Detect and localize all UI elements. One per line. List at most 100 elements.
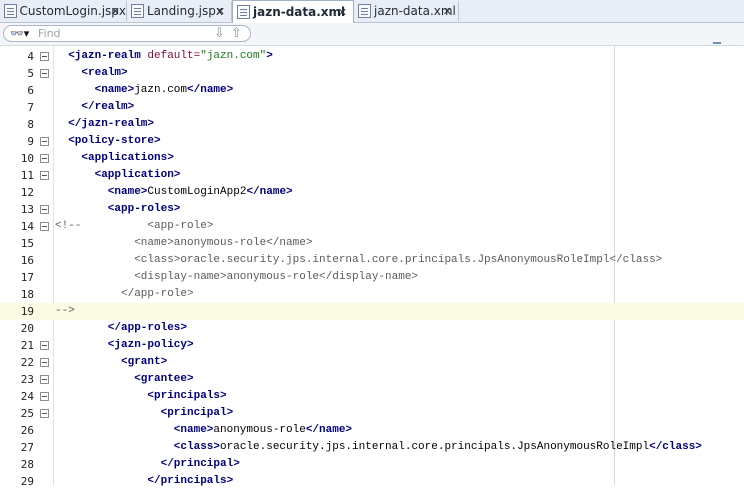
code-line[interactable]: 5 <realm> (0, 65, 744, 82)
line-number: 28 (20, 458, 34, 471)
fold-toggle-icon[interactable] (40, 171, 49, 180)
fold-toggle-icon[interactable] (40, 154, 49, 163)
fold-toggle-icon[interactable] (40, 222, 49, 231)
code-token-tag: <application> (94, 169, 181, 181)
code-line[interactable]: 11 <application> (0, 167, 744, 184)
binoculars-icon[interactable]: 👓▾ (10, 27, 29, 40)
code-text: <policy-store> (68, 133, 160, 150)
code-token-tag: </principals> (147, 475, 234, 487)
fold-toggle-icon[interactable] (40, 69, 49, 78)
scroll-marker (713, 42, 721, 44)
line-number: 13 (20, 203, 34, 216)
code-token-tag: <name> (173, 424, 214, 436)
code-line[interactable]: 18 </app-role> (0, 286, 744, 303)
fold-toggle-icon[interactable] (40, 375, 49, 384)
code-text: </principal> (161, 456, 240, 473)
tab-jazn-data-xml-active[interactable]: jazn-data.xml ✕ (232, 0, 354, 23)
code-line[interactable]: 22 <grant> (0, 354, 744, 371)
code-text: <principal> (161, 405, 234, 422)
code-line[interactable]: 29 </principals> (0, 473, 744, 490)
code-line[interactable]: 7 </realm> (0, 99, 744, 116)
tab-landing-jspx[interactable]: Landing.jspx ✕ (127, 1, 232, 21)
code-text: </app-role> (121, 286, 194, 303)
code-line[interactable]: 26 <name>anonymous-role</name> (0, 422, 744, 439)
line-number: 17 (20, 271, 34, 284)
code-line[interactable]: 16 <class>oracle.security.jps.internal.co… (0, 252, 744, 269)
tab-jazn-data-xml[interactable]: jazn-data.xml ✕ (354, 1, 459, 21)
line-number: 5 (27, 67, 34, 80)
code-token-tag: </name> (187, 84, 234, 96)
close-icon[interactable]: ✕ (338, 6, 347, 19)
code-line[interactable]: 8 </jazn-realm> (0, 116, 744, 133)
code-text: <!-- <app-role> (55, 218, 213, 235)
code-line[interactable]: 21 <jazn-policy> (0, 337, 744, 354)
code-token-txt: jazn.com (134, 84, 188, 96)
close-icon[interactable]: ✕ (443, 5, 452, 18)
code-token-tag: <principal> (160, 407, 234, 419)
code-text: <principals> (147, 388, 226, 405)
line-number: 24 (20, 390, 34, 403)
code-token-txt: anonymous-role (213, 424, 306, 436)
code-line[interactable]: 4 <jazn-realm default="jazn.com"> (0, 48, 744, 65)
code-token-cmt: <!-- <app-role> (55, 220, 214, 232)
code-token-attr: default= (147, 50, 201, 62)
code-line[interactable]: 17 <display-name>anonymous-role</display-… (0, 269, 744, 286)
code-line[interactable]: 19 --> (0, 303, 744, 320)
xml-file-icon (358, 4, 371, 18)
code-line[interactable]: 24 <principals> (0, 388, 744, 405)
tab-label: jazn-data.xml (253, 5, 346, 19)
code-token-tag: <name> (94, 84, 135, 96)
code-line[interactable]: 12 <name>CustomLoginApp2</name> (0, 184, 744, 201)
code-line[interactable]: 10 <applications> (0, 150, 744, 167)
tab-label: Landing.jspx (147, 4, 223, 18)
code-line[interactable]: 20 </app-roles> (0, 320, 744, 337)
code-line[interactable]: 27 <class>oracle.security.jps.internal.co… (0, 439, 744, 456)
code-line[interactable]: 14 <!-- <app-role> (0, 218, 744, 235)
code-token-tag: </app-roles> (107, 322, 188, 334)
xml-file-icon (237, 5, 250, 19)
code-text: <class>oracle.security.jps.internal.core… (134, 252, 662, 269)
fold-toggle-icon[interactable] (40, 409, 49, 418)
code-token-tag: </name> (305, 424, 353, 436)
code-editor[interactable]: 4 <jazn-realm default="jazn.com"> 5 <realm>… (0, 46, 744, 488)
fold-toggle-icon[interactable] (40, 137, 49, 146)
line-number: 7 (27, 101, 34, 114)
fold-toggle-icon[interactable] (40, 392, 49, 401)
code-text: <name>jazn.com</name> (95, 82, 234, 99)
code-line[interactable]: 23 <grantee> (0, 371, 744, 388)
code-line[interactable]: 6 <name>jazn.com</name> (0, 82, 744, 99)
line-number: 14 (20, 220, 34, 233)
fold-toggle-icon[interactable] (40, 358, 49, 367)
code-token-tag: </realm> (81, 101, 135, 113)
code-token-tag: </jazn-realm> (68, 118, 155, 130)
code-text: </app-roles> (108, 320, 187, 337)
code-token-cmt: <display-name>anonymous-role</display-na… (134, 271, 419, 283)
code-line[interactable]: 28 </principal> (0, 456, 744, 473)
code-token-tag: > (266, 50, 273, 62)
close-icon[interactable]: ✕ (111, 5, 120, 18)
code-text: <jazn-realm default="jazn.com"> (68, 48, 273, 65)
code-token-tag: <policy-store> (68, 135, 161, 147)
code-token-tag: <name> (107, 186, 148, 198)
fold-toggle-icon[interactable] (40, 205, 49, 214)
code-token-tag: <realm> (81, 67, 128, 79)
line-number: 25 (20, 407, 34, 420)
arrow-up-icon[interactable]: ⇧ (231, 26, 242, 41)
find-input[interactable]: 👓▾ Find ⇩ ⇧ (3, 25, 251, 42)
line-number: 20 (20, 322, 34, 335)
line-number: 29 (20, 475, 34, 488)
code-token-tag: <class> (173, 441, 221, 453)
fold-toggle-icon[interactable] (40, 341, 49, 350)
arrow-down-icon[interactable]: ⇩ (214, 26, 225, 41)
code-token-tag: <jazn-realm (68, 50, 148, 62)
line-number: 12 (20, 186, 34, 199)
code-token-cmt: --> (55, 305, 75, 317)
close-icon[interactable]: ✕ (216, 5, 225, 18)
find-toolbar: 👓▾ Find ⇩ ⇧ (0, 23, 744, 46)
tab-customlogin-jspx[interactable]: CustomLogin.jspx ✕ (0, 1, 127, 21)
code-line[interactable]: 15 <name>anonymous-role</name> (0, 235, 744, 252)
code-line[interactable]: 13 <app-roles> (0, 201, 744, 218)
code-line[interactable]: 9 <policy-store> (0, 133, 744, 150)
code-line[interactable]: 25 <principal> (0, 405, 744, 422)
fold-toggle-icon[interactable] (40, 52, 49, 61)
